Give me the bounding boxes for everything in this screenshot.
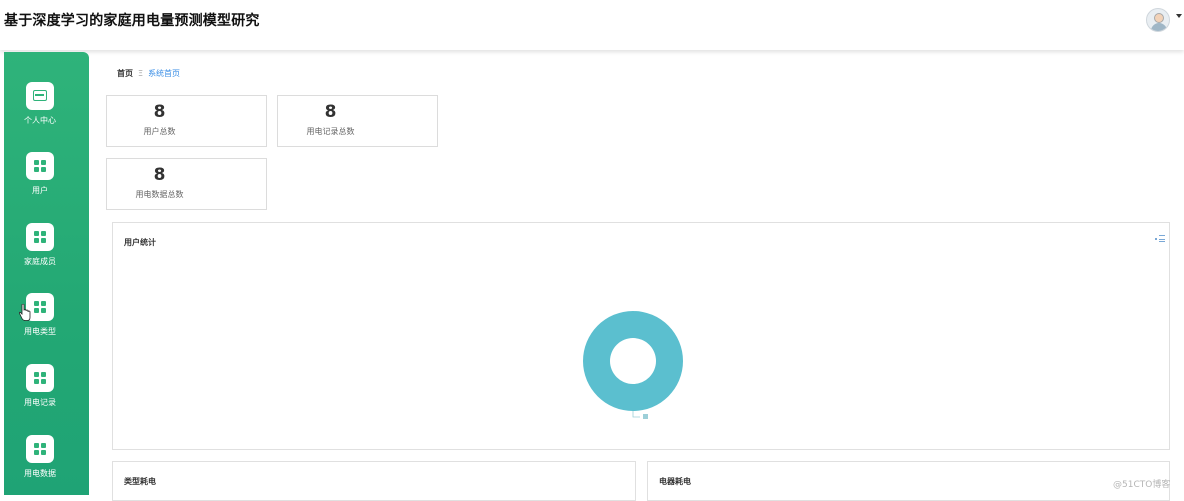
stat-card-power-records: 8 用电记录总数 (277, 95, 438, 147)
breadcrumb-separator: Ξ (138, 69, 144, 78)
pie-label-leader (632, 411, 640, 418)
panel-title: 电器耗电 (659, 477, 691, 486)
breadcrumb: 首页 Ξ 系统首页 (117, 68, 180, 79)
hand-cursor-icon (19, 304, 31, 321)
breadcrumb-current[interactable]: 系统首页 (148, 69, 180, 78)
pie-slice[interactable] (583, 311, 683, 411)
stat-label: 用户总数 (143, 127, 176, 136)
sidebar-item-power-types[interactable]: 用电类型 (4, 293, 89, 353)
watermark: @51CTO博客 (1113, 480, 1171, 490)
breadcrumb-home[interactable]: 首页 (117, 69, 133, 78)
grid-icon (26, 364, 54, 392)
top-bar: 基于深度学习的家庭用电量预测模型研究 (0, 0, 1184, 50)
sidebar-item-users[interactable]: 用户 (4, 152, 89, 212)
sidebar-item-power-data[interactable]: 用电数据 (4, 435, 89, 495)
sidebar-item-label: 用户 (32, 186, 48, 195)
panel-title: 用户统计 (124, 238, 156, 247)
type-consumption-panel: 类型耗电 (112, 461, 636, 501)
appliance-consumption-panel: 电器耗电 (647, 461, 1170, 501)
sidebar-item-power-records[interactable]: 用电记录 (4, 364, 89, 424)
sidebar-item-family-members[interactable]: 家庭成员 (4, 223, 89, 283)
grid-icon (26, 435, 54, 463)
avatar[interactable] (1146, 8, 1170, 32)
stat-label: 用电数据总数 (135, 190, 184, 199)
panel-title: 类型耗电 (124, 477, 156, 486)
stat-value: 8 (324, 102, 337, 122)
sidebar-item-label: 家庭成员 (24, 257, 56, 266)
grid-icon (26, 152, 54, 180)
sidebar-item-label: 用电类型 (24, 327, 56, 336)
grid-icon (26, 223, 54, 251)
sidebar: 个人中心 用户 家庭成员 用电类型 用电记录 用电数据 (4, 52, 89, 495)
stat-card-users: 8 用户总数 (106, 95, 267, 147)
sidebar-item-label: 用电记录 (24, 398, 56, 407)
sidebar-item-label: 个人中心 (24, 116, 56, 125)
user-stats-chart (583, 311, 683, 419)
pie-label-marker (643, 414, 648, 419)
stat-label: 用电记录总数 (306, 127, 355, 136)
user-stats-panel: 用户统计 (112, 222, 1170, 450)
chevron-down-icon[interactable] (1176, 14, 1182, 18)
card-icon (26, 82, 54, 110)
menu-icon[interactable] (1155, 235, 1165, 243)
stat-value: 8 (153, 165, 166, 185)
sidebar-item-profile[interactable]: 个人中心 (4, 82, 89, 142)
app-title: 基于深度学习的家庭用电量预测模型研究 (4, 13, 260, 29)
stat-card-power-data: 8 用电数据总数 (106, 158, 267, 210)
sidebar-item-label: 用电数据 (24, 469, 56, 478)
stat-value: 8 (153, 102, 166, 122)
